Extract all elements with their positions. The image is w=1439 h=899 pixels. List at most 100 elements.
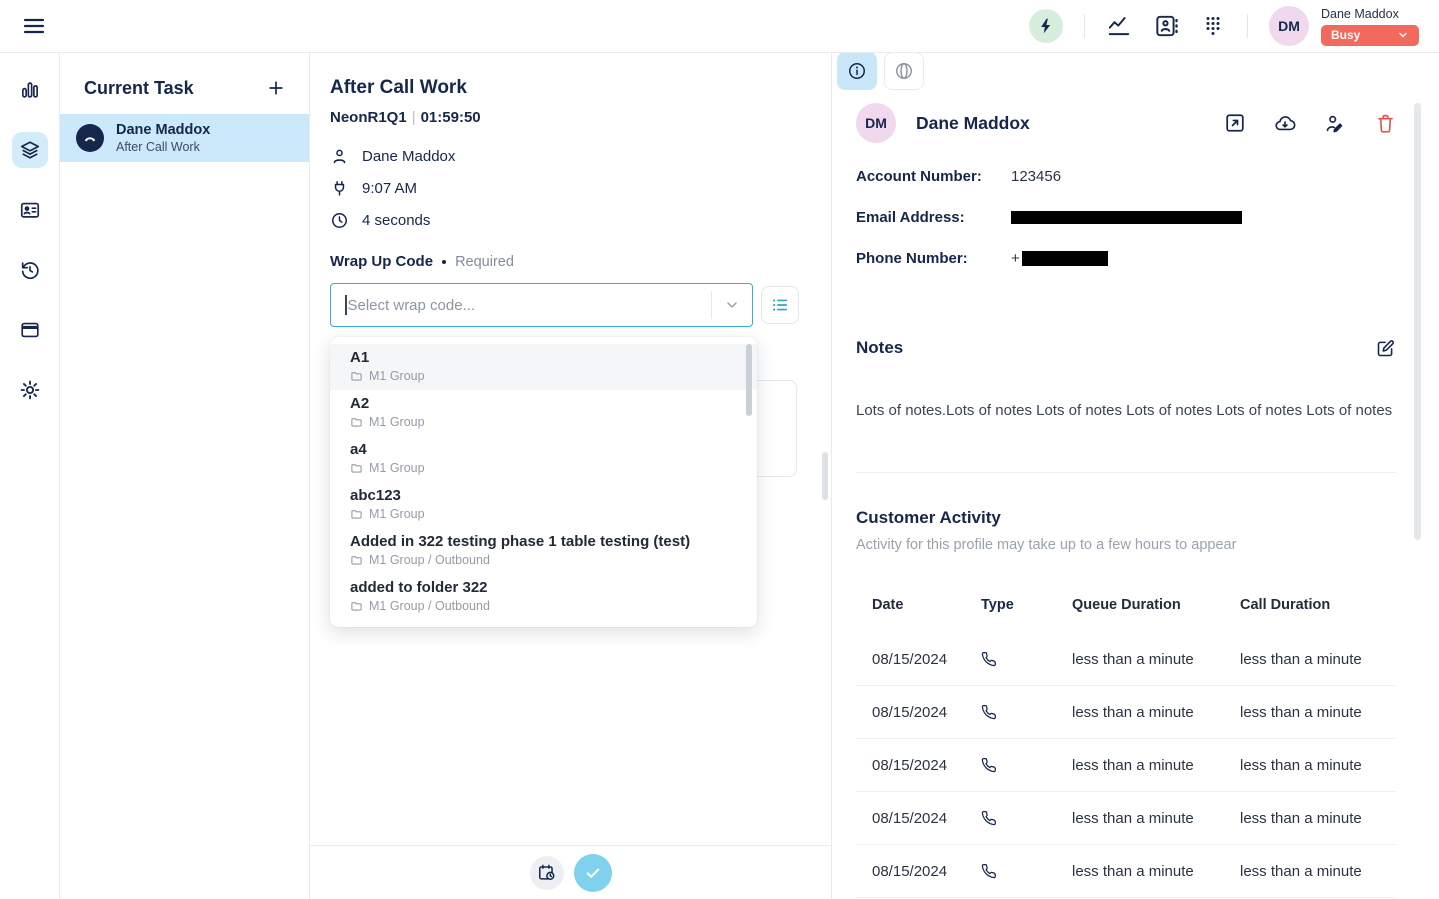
nav-item-contacts[interactable]	[12, 192, 48, 228]
folder-icon	[350, 554, 363, 567]
wrap-code-option[interactable]: abc123 M1 Group	[330, 482, 757, 528]
tab-info[interactable]	[837, 52, 877, 90]
calendar-clock-icon	[537, 863, 556, 882]
phone-hangup-icon	[76, 124, 104, 152]
detail-start-time: 9:07 AM	[330, 179, 799, 198]
edit-icon[interactable]	[1374, 337, 1396, 359]
main-panel-scrollbar[interactable]	[822, 452, 828, 500]
task-footer	[310, 845, 831, 899]
dialpad-icon[interactable]	[1200, 13, 1226, 39]
cell-queue-duration: less than a minute	[1072, 704, 1240, 721]
plus-icon[interactable]	[265, 77, 287, 99]
cell-date: 08/15/2024	[856, 810, 981, 827]
text-caret	[345, 295, 347, 315]
after-call-work-panel: After Call Work NeonR1Q1|01:59:50 Dane M…	[310, 53, 832, 899]
check-icon	[584, 864, 602, 882]
clock-icon	[330, 211, 349, 230]
detail-contact: Dane Maddox	[330, 147, 799, 166]
cell-date: 08/15/2024	[856, 863, 981, 880]
cell-call-duration: less than a minute	[1240, 704, 1396, 721]
cell-call-duration: less than a minute	[1240, 757, 1396, 774]
detail-text: Dane Maddox	[362, 148, 455, 165]
info-icon	[847, 61, 867, 81]
phone-icon	[981, 704, 998, 721]
wrap-code-select[interactable]: Select wrap code...	[330, 283, 753, 327]
wrap-code-dropdown: A1 M1 Group A2 M1 Group a4 M1 Group abc1…	[330, 337, 757, 627]
person-edit-icon[interactable]	[1324, 112, 1346, 134]
table-row[interactable]: 08/15/2024 less than a minute less than …	[856, 633, 1396, 686]
dropdown-scrollbar[interactable]	[746, 344, 752, 416]
trash-icon[interactable]	[1374, 112, 1396, 134]
task-list-item[interactable]: Dane Maddox After Call Work	[60, 114, 309, 162]
required-dot	[442, 260, 446, 264]
column-header: Type	[981, 597, 1072, 613]
divider	[856, 472, 1396, 473]
wrap-code-option[interactable]: added to folder 322 M1 Group / Outbound	[330, 574, 757, 620]
line-chart-icon[interactable]	[1106, 13, 1132, 39]
chevron-down-icon[interactable]	[712, 284, 752, 326]
schedule-button[interactable]	[530, 856, 564, 890]
wrap-code-option[interactable]: A2 M1 Group	[330, 390, 757, 436]
list-icon[interactable]	[761, 286, 799, 324]
cell-queue-duration: less than a minute	[1072, 863, 1240, 880]
bar-chart-icon	[19, 79, 41, 101]
notes-title: Notes	[856, 338, 903, 358]
profile-name: Dane Maddox	[916, 113, 1030, 134]
table-row[interactable]: 08/15/2024 less than a minute less than …	[856, 845, 1396, 898]
page-title: After Call Work	[330, 77, 799, 99]
wrap-code-option[interactable]: Added in 322 testing phase 1 table testi…	[330, 528, 757, 574]
profile-panel: DM Dane Maddox Account Number:	[832, 53, 1439, 899]
folder-icon	[350, 508, 363, 521]
folder-icon	[350, 416, 363, 429]
nav-item-settings[interactable]	[12, 372, 48, 408]
table-row[interactable]: 08/15/2024 less than a minute less than …	[856, 739, 1396, 792]
phone-prefix: +	[1011, 250, 1020, 267]
topbar-user-name: Dane Maddox	[1321, 7, 1419, 21]
cell-date: 08/15/2024	[856, 651, 981, 668]
lightning-icon[interactable]	[1029, 9, 1063, 43]
cloud-download-icon[interactable]	[1274, 112, 1296, 134]
history-icon	[19, 259, 41, 281]
top-bar: DM Dane Maddox Busy	[0, 0, 1439, 53]
cell-date: 08/15/2024	[856, 704, 981, 721]
gear-icon	[19, 379, 41, 401]
complete-task-button[interactable]	[574, 854, 612, 892]
option-name: added to folder 322	[350, 579, 737, 596]
required-label: Required	[455, 254, 514, 270]
wrap-code-option[interactable]: A1 M1 Group	[330, 344, 757, 390]
option-group: M1 Group	[369, 461, 425, 475]
task-subtitle: After Call Work	[116, 140, 210, 154]
tab-compare[interactable]	[884, 52, 924, 90]
left-nav	[0, 53, 60, 899]
profile-panel-scrollbar[interactable]	[1414, 103, 1421, 540]
status-dropdown[interactable]: Busy	[1321, 25, 1419, 46]
split-circle-icon	[894, 61, 914, 81]
option-name: A1	[350, 349, 737, 366]
wrap-code-option[interactable]: a4 M1 Group	[330, 436, 757, 482]
field-phone: Phone Number: +	[856, 251, 1396, 265]
avatar: DM	[856, 103, 896, 143]
nav-item-tasks[interactable]	[12, 132, 48, 168]
column-header: Call Duration	[1240, 597, 1396, 613]
folder-icon	[350, 600, 363, 613]
option-group: M1 Group	[369, 369, 425, 383]
table-row[interactable]: 08/15/2024 less than a minute less than …	[856, 686, 1396, 739]
contact-book-icon[interactable]	[1153, 13, 1179, 39]
timer: 01:59:50	[421, 109, 481, 126]
nav-item-history[interactable]	[12, 252, 48, 288]
option-name: A2	[350, 395, 737, 412]
external-link-icon[interactable]	[1224, 112, 1246, 134]
table-row[interactable]: 08/15/2024 less than a minute less than …	[856, 792, 1396, 845]
nav-item-browser[interactable]	[12, 312, 48, 348]
detail-text: 9:07 AM	[362, 180, 417, 197]
wrap-up-code-label: Wrap Up Code	[330, 253, 433, 270]
redacted-email	[1011, 211, 1242, 224]
option-group: M1 Group / Outbound	[369, 553, 490, 567]
option-name: Added in 322 testing phase 1 table testi…	[350, 533, 737, 550]
nav-item-analytics[interactable]	[12, 72, 48, 108]
column-header: Date	[856, 597, 981, 613]
field-label: Account Number:	[856, 168, 1011, 185]
field-label: Phone Number:	[856, 250, 1011, 267]
menu-icon[interactable]	[20, 12, 48, 40]
avatar[interactable]: DM	[1269, 6, 1309, 46]
